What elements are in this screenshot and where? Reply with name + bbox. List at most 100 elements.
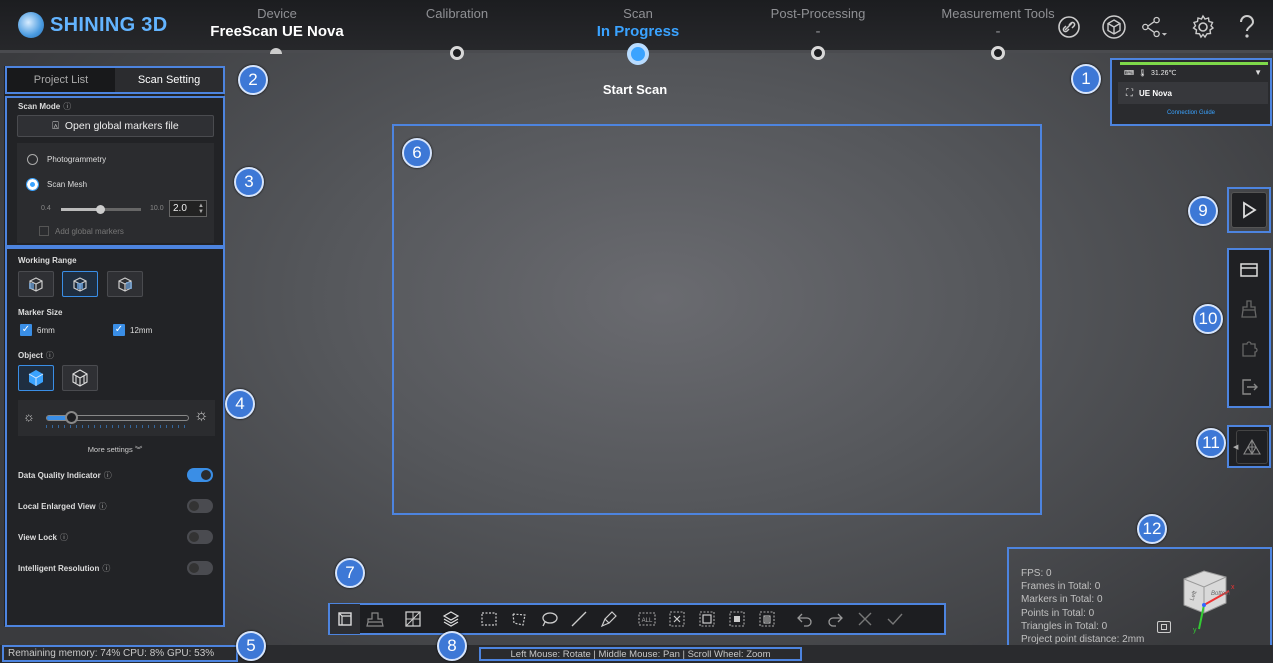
deselect-button[interactable] [662, 604, 692, 634]
data-quality-toggle[interactable] [187, 468, 213, 482]
device-row[interactable]: ⛶ UE Nova [1118, 82, 1268, 104]
range-mid-button[interactable] [62, 271, 98, 297]
tab-scan-setting[interactable]: Scan Setting [115, 68, 223, 92]
info-icon[interactable]: ⓘ [102, 563, 110, 574]
mouse-hint-text: Left Mouse: Rotate | Middle Mouse: Pan |… [510, 648, 771, 660]
double-chevron-down-icon: ︾ [134, 445, 143, 454]
orientation-cube[interactable] [1159, 567, 1249, 647]
step-marker-calibration [450, 46, 464, 60]
link-icon[interactable] [1056, 14, 1082, 40]
brightness-thumb[interactable] [64, 411, 78, 424]
tab-project-list[interactable]: Project List [7, 68, 115, 92]
close-icon [858, 612, 872, 626]
info-icon[interactable]: ⓘ [60, 532, 68, 543]
invert-icon [729, 611, 745, 627]
gear-icon[interactable] [1190, 14, 1216, 40]
bottom-view-button[interactable] [360, 604, 390, 634]
export-tool-button[interactable] [1231, 369, 1267, 405]
object-wire-button[interactable] [62, 365, 98, 391]
undo-button[interactable] [790, 604, 820, 634]
info-icon[interactable]: ⓘ [104, 470, 112, 481]
intelligent-res-label: Intelligent Resolution [18, 564, 100, 573]
radio-photogrammetry[interactable] [27, 154, 38, 165]
layers-button[interactable] [436, 604, 466, 634]
brightness-slider[interactable] [46, 411, 189, 424]
share-icon[interactable] [1141, 14, 1167, 40]
rect-select-button[interactable] [474, 604, 504, 634]
brush-icon [1241, 300, 1257, 318]
resolution-input[interactable]: 2.0 ▲ ▼ [169, 200, 207, 217]
redo-icon [828, 613, 843, 627]
texture-button[interactable] [398, 604, 428, 634]
scan-mode-section: Scan Mode ⓘ ⍓ Open global markers file P… [5, 96, 225, 247]
start-scan-frame [1227, 187, 1271, 233]
range-near-button[interactable] [18, 271, 54, 297]
poly-select-button[interactable] [504, 604, 534, 634]
range-far-button[interactable] [107, 271, 143, 297]
view-lock-toggle[interactable] [187, 530, 213, 544]
open-markers-button[interactable]: ⍓ Open global markers file [17, 115, 214, 137]
callout-1: 1 [1071, 64, 1101, 94]
select-connected-button[interactable] [692, 604, 722, 634]
more-settings-button[interactable]: More settings ︾ [7, 444, 223, 455]
model-icon[interactable] [1101, 14, 1127, 40]
resolution-value: 2.0 [173, 203, 187, 214]
step-calibration[interactable]: Calibration [372, 6, 542, 23]
step-marker-device [270, 48, 282, 54]
plane-icon [366, 612, 384, 627]
marker-6-checkbox[interactable]: ✓ [20, 324, 32, 336]
brush-select-button[interactable] [594, 604, 624, 634]
line-select-button[interactable] [564, 604, 594, 634]
mesh-view-button[interactable] [1236, 429, 1268, 464]
fit-view-icon[interactable] [1157, 621, 1171, 633]
logo-icon [18, 12, 44, 38]
invert-select-button[interactable] [722, 604, 752, 634]
object-solid-button[interactable] [18, 365, 54, 391]
view-mode-button[interactable] [330, 604, 360, 634]
info-icon[interactable]: ⓘ [99, 501, 107, 512]
add-markers-checkbox[interactable] [39, 226, 49, 236]
axis-x-label: x [1231, 584, 1235, 591]
start-scan-button[interactable] [1231, 192, 1267, 228]
device-status-row: ⌨ 🌡 31.26℃ [1124, 69, 1176, 77]
brightness-low-icon: ☼ [23, 409, 35, 424]
help-icon[interactable] [1234, 14, 1260, 40]
lasso-select-button[interactable] [534, 604, 564, 634]
dropdown-icon[interactable]: ▼ [1254, 68, 1262, 77]
marker-12-checkbox[interactable]: ✓ [113, 324, 125, 336]
info-icon[interactable]: ⓘ [46, 350, 54, 361]
cube-solid-icon [28, 370, 44, 386]
select-all-button[interactable]: ALL [632, 604, 662, 634]
logo: SHINING 3D [18, 12, 167, 38]
puzzle-tool-button[interactable] [1231, 330, 1267, 366]
device-panel: ⌨ 🌡 31.26℃ ▼ ⛶ UE Nova Connection Guide [1110, 58, 1272, 126]
cancel-button[interactable] [850, 604, 880, 634]
callout-11: 11 [1196, 428, 1226, 458]
info-icon[interactable]: ⓘ [63, 101, 71, 112]
triangle-mesh-icon [1243, 438, 1261, 455]
step-title: Post-Processing [770, 6, 866, 21]
clean-tool-button[interactable] [1231, 291, 1267, 327]
object-label: Object [18, 351, 43, 360]
monitor-icon: ⌨ [1124, 70, 1135, 77]
step-scan[interactable]: Scan In Progress [553, 6, 723, 40]
window-tool-button[interactable] [1231, 252, 1267, 288]
resolution-slider[interactable] [61, 205, 141, 214]
intelligent-res-toggle[interactable] [187, 561, 213, 575]
confirm-button[interactable] [880, 604, 910, 634]
connection-guide-link[interactable]: Connection Guide [1112, 110, 1270, 116]
thermometer-icon: 🌡 [1138, 70, 1147, 77]
redo-button[interactable] [820, 604, 850, 634]
device-name: UE Nova [1139, 88, 1172, 98]
scan-viewport[interactable] [392, 124, 1042, 515]
delete-select-button[interactable] [752, 604, 782, 634]
step-post-processing[interactable]: Post-Processing - [733, 6, 903, 40]
cube-face-front: Bottom [1211, 591, 1231, 597]
step-device[interactable]: Device FreeScan UE Nova [192, 6, 362, 40]
callout-5: 5 [236, 631, 266, 661]
collapse-arrow-icon[interactable]: ◀ [1233, 443, 1238, 451]
spinner-icon[interactable]: ▲ ▼ [198, 203, 206, 215]
local-view-toggle[interactable] [187, 499, 213, 513]
radio-scan-mesh[interactable] [26, 178, 39, 191]
slider-thumb[interactable] [96, 205, 105, 214]
